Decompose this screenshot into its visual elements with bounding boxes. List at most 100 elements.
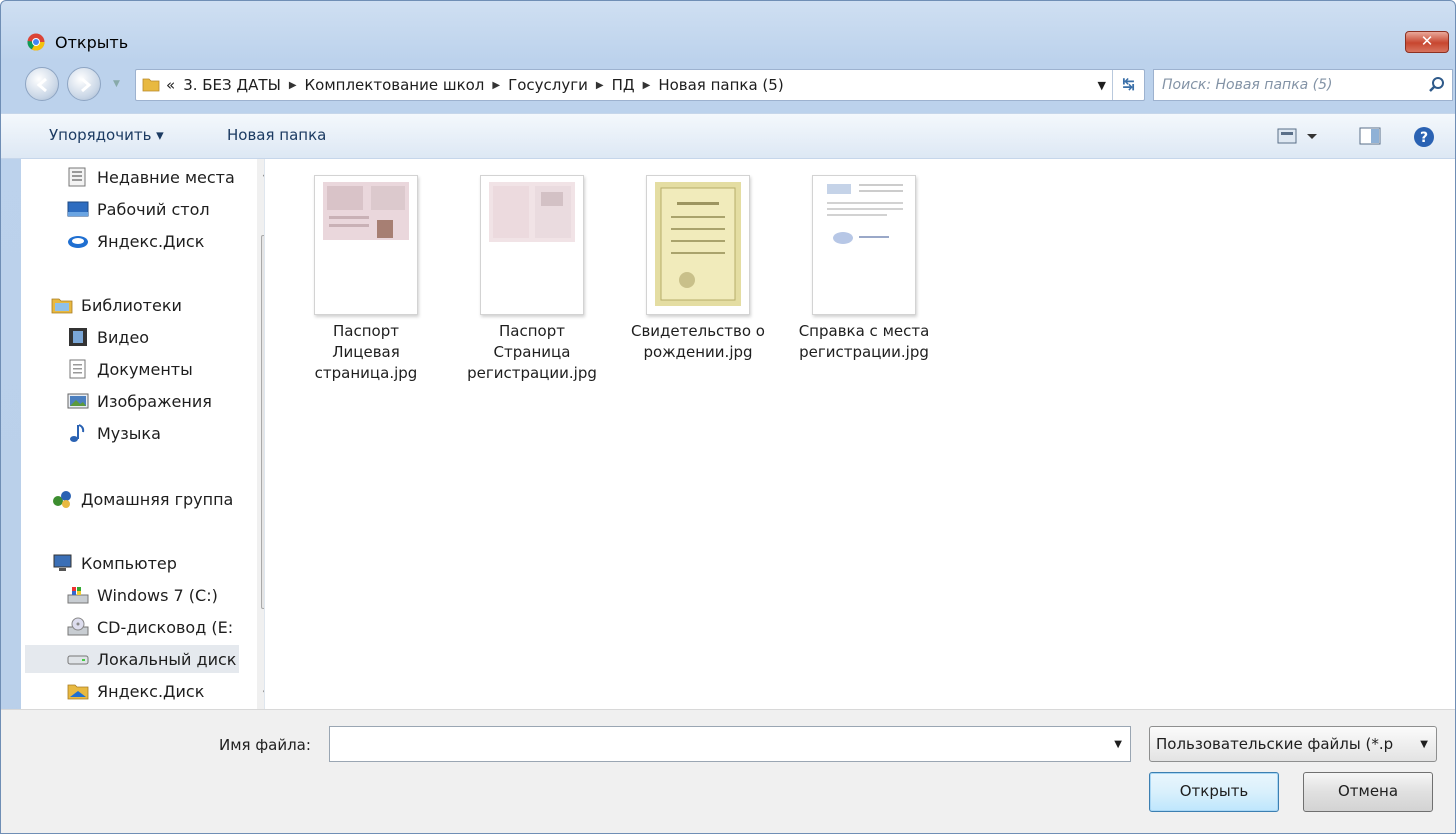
image-thumbnail	[812, 175, 916, 315]
nav-item-pictures[interactable]: Изображения	[67, 387, 212, 415]
file-name-line: Лицевая	[332, 343, 400, 361]
folder-icon	[142, 78, 160, 92]
breadcrumb-item-current[interactable]: Новая папка (5)	[658, 76, 783, 94]
search-box[interactable]	[1153, 69, 1453, 101]
nav-item-music[interactable]: Музыка	[67, 419, 161, 447]
nav-item-documents[interactable]: Документы	[67, 355, 193, 383]
forward-button[interactable]	[67, 67, 101, 101]
search-input[interactable]	[1162, 74, 1412, 96]
file-name-line: Паспорт	[499, 322, 565, 340]
libraries-icon	[51, 298, 73, 314]
passport-thumbnail-icon	[323, 182, 409, 240]
arrow-left-icon	[36, 77, 47, 93]
pictures-icon	[67, 393, 89, 409]
file-name-line: Страница	[493, 343, 571, 361]
recent-places-icon	[68, 167, 86, 187]
image-thumbnail	[646, 175, 750, 315]
file-name-line: регистрации.jpg	[799, 343, 929, 361]
address-bar[interactable]: « 3. БЕЗ ДАТЫ ▶ Комплектование школ ▶ Го…	[135, 69, 1145, 101]
file-name-line: рождении.jpg	[643, 343, 753, 361]
certificate-thumbnail-icon	[655, 182, 741, 306]
view-options-icon[interactable]	[1277, 126, 1323, 146]
file-name-line: Паспорт	[333, 322, 399, 340]
filename-combobox[interactable]: ▼	[329, 726, 1131, 762]
file-item[interactable]: Паспорт Страница регистрации.jpg	[457, 159, 607, 384]
nav-item-local-disk[interactable]: Локальный диск	[25, 645, 239, 673]
filename-label: Имя файла:	[219, 736, 311, 754]
file-name-line: регистрации.jpg	[467, 364, 597, 382]
filename-input[interactable]	[334, 732, 1094, 756]
close-button[interactable]: ✕	[1405, 31, 1449, 53]
file-item[interactable]: Справка с места регистрации.jpg	[789, 159, 939, 363]
file-type-value: Пользовательские файлы (*.p	[1156, 735, 1394, 753]
file-item[interactable]: Паспорт Лицевая страница.jpg	[291, 159, 441, 384]
document-thumbnail-icon	[827, 184, 903, 244]
file-name-line: страница.jpg	[314, 364, 418, 382]
address-dropdown-button[interactable]: ▼	[1098, 79, 1106, 92]
nav-item-yandex-disk[interactable]: Яндекс.Диск	[67, 227, 204, 255]
cd-drive-icon	[67, 617, 89, 636]
command-bar: Упорядочить ▾ Новая папка ?	[1, 113, 1455, 159]
new-folder-button[interactable]: Новая папка	[227, 126, 326, 144]
refresh-icon: ↹	[1122, 75, 1135, 93]
chevron-down-icon: ▼	[1420, 739, 1428, 750]
computer-icon	[53, 554, 72, 571]
yandex-disk-icon	[68, 236, 88, 248]
passport-thumbnail-icon	[489, 182, 575, 242]
nav-item-desktop[interactable]: Рабочий стол	[67, 195, 210, 223]
nav-item-drive-c[interactable]: Windows 7 (C:)	[67, 581, 218, 609]
homegroup-icon	[53, 491, 71, 508]
bottom-panel: Имя файла: ▼ Пользовательские файлы (*.p…	[1, 709, 1455, 833]
breadcrumb-item[interactable]: ПД	[612, 76, 635, 94]
nav-item-computer[interactable]: Компьютер	[51, 549, 177, 577]
title-bar: Открыть ✕	[1, 1, 1455, 59]
organize-menu-button[interactable]: Упорядочить ▾	[49, 126, 164, 144]
chevron-right-icon[interactable]: ▶	[596, 80, 604, 91]
nav-item-homegroup[interactable]: Домашняя группа	[51, 485, 233, 513]
address-row: ▼ « 3. БЕЗ ДАТЫ ▶ Комплектование школ ▶ …	[1, 63, 1455, 107]
recent-pages-dropdown[interactable]: ▼	[113, 79, 120, 89]
window-title: Открыть	[55, 33, 129, 52]
file-name-line: Свидетельство о	[630, 322, 765, 340]
breadcrumb-overflow[interactable]: «	[166, 76, 175, 94]
chevron-right-icon[interactable]: ▶	[289, 80, 297, 91]
nav-item-yandex-folder[interactable]: Яндекс.Диск	[67, 677, 204, 705]
chevron-right-icon[interactable]: ▶	[643, 80, 651, 91]
video-icon	[69, 328, 87, 346]
music-icon	[70, 424, 85, 442]
documents-icon	[69, 359, 86, 379]
nav-item-video[interactable]: Видео	[67, 323, 149, 351]
help-icon[interactable]: ?	[1413, 126, 1435, 148]
cancel-button[interactable]: Отмена	[1303, 772, 1433, 812]
nav-item-recent-places[interactable]: Недавние места	[67, 163, 235, 191]
chevron-right-icon[interactable]: ▶	[492, 80, 500, 91]
breadcrumb: « 3. БЕЗ ДАТЫ ▶ Комплектование школ ▶ Го…	[166, 76, 792, 94]
file-name-line: Справка с места	[798, 322, 930, 340]
arrow-right-icon	[81, 77, 92, 93]
back-button[interactable]	[25, 67, 59, 101]
image-thumbnail	[480, 175, 584, 315]
local-disk-icon	[67, 655, 89, 665]
breadcrumb-item[interactable]: Комплектование школ	[305, 76, 485, 94]
open-file-dialog: Открыть ✕ ▼ « 3. БЕЗ ДАТЫ ▶ Комплектован…	[0, 0, 1456, 834]
svg-text:?: ?	[1420, 130, 1428, 146]
file-item[interactable]: Свидетельство о рождении.jpg	[623, 159, 773, 363]
filename-dropdown-icon[interactable]: ▼	[1114, 739, 1122, 750]
nav-scrollbar[interactable]: ▲ ≡ ▼	[257, 159, 264, 709]
preview-pane-icon[interactable]	[1359, 126, 1381, 146]
nav-item-libraries[interactable]: Библиотеки	[51, 291, 182, 319]
search-icon[interactable]	[1428, 76, 1446, 94]
refresh-button[interactable]: ↹	[1112, 70, 1144, 100]
yandex-folder-icon	[67, 684, 89, 700]
file-list: Паспорт Лицевая страница.jpg Паспорт Стр…	[265, 159, 1455, 709]
open-button[interactable]: Открыть	[1149, 772, 1279, 812]
image-thumbnail	[314, 175, 418, 315]
drive-c-icon	[67, 587, 89, 604]
breadcrumb-item[interactable]: 3. БЕЗ ДАТЫ	[183, 76, 281, 94]
file-type-select[interactable]: Пользовательские файлы (*.p ▼	[1149, 726, 1437, 762]
nav-item-cd-drive[interactable]: CD-дисковод (E:	[67, 613, 233, 641]
navigation-pane: Недавние места Рабочий стол Яндекс.Диск …	[21, 159, 265, 709]
desktop-icon	[67, 201, 89, 217]
chrome-icon	[27, 33, 45, 51]
breadcrumb-item[interactable]: Госуслуги	[508, 76, 588, 94]
